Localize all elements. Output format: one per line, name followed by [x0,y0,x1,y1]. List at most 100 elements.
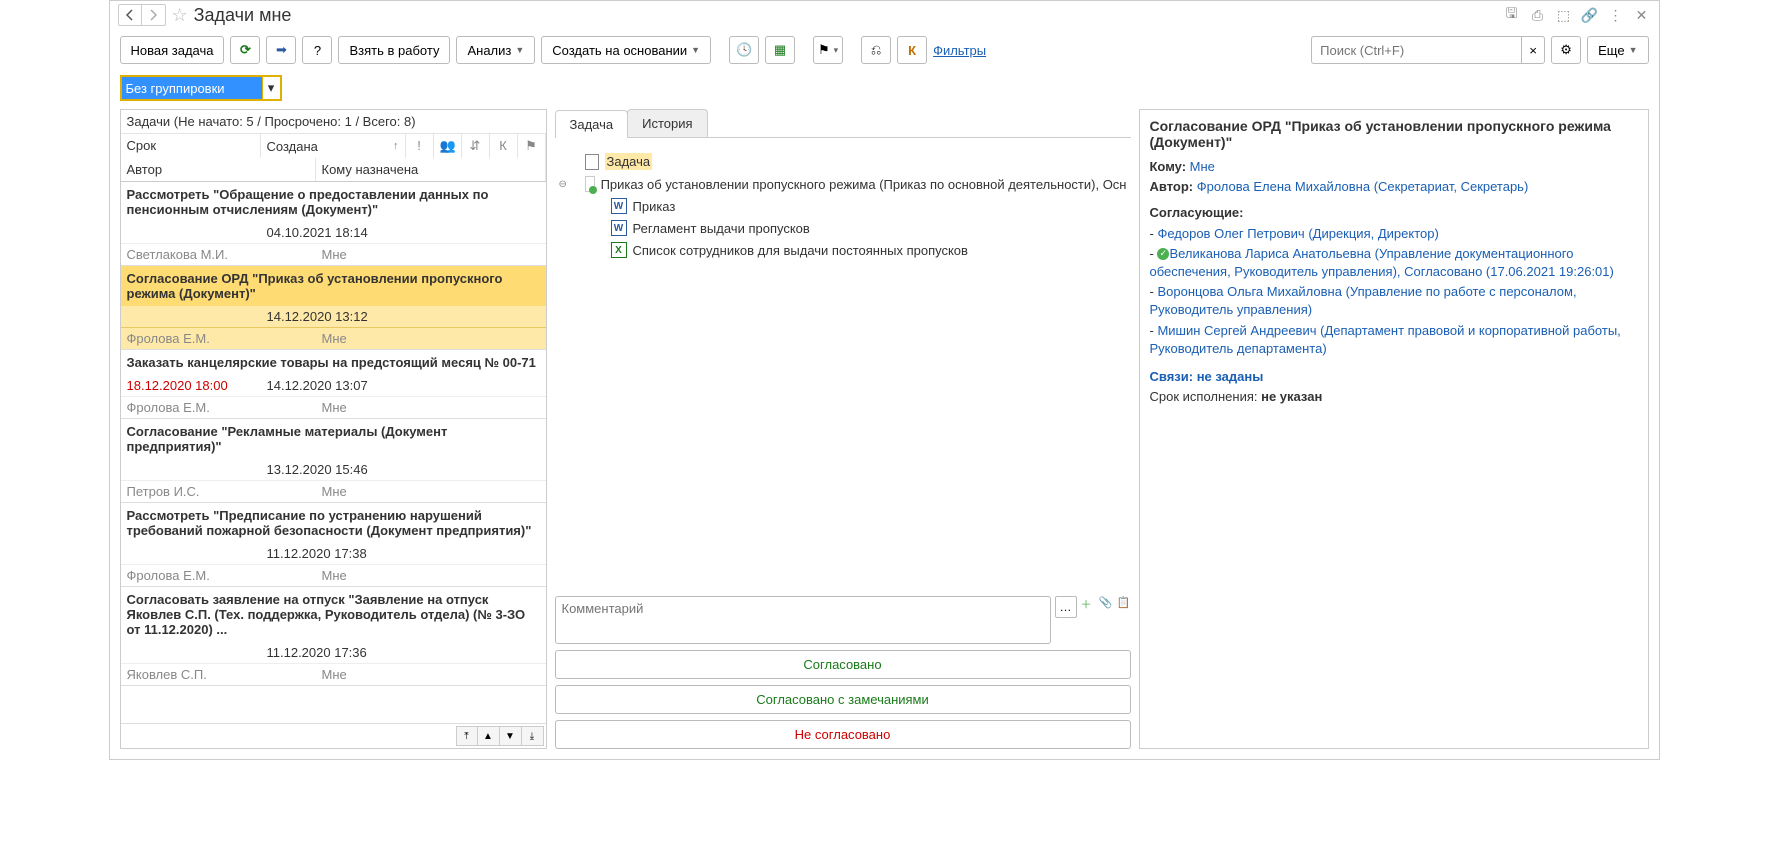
tree-att-3[interactable]: X Список сотрудников для выдачи постоянн… [559,239,1127,261]
task-title: Рассмотреть "Предписание по устранению н… [121,503,546,543]
go-top-button[interactable]: ⤒ [456,726,478,746]
add-icon[interactable]: ＋ [1081,596,1095,610]
col-k-icon[interactable]: К [490,134,518,158]
tab-history[interactable]: История [627,109,707,137]
calendar-button[interactable]: ▦ [765,36,795,64]
details-heading: Согласование ОРД "Приказ об установлении… [1150,118,1638,150]
tree-button[interactable]: ⎌ [861,36,891,64]
refresh-icon: ⟳ [240,42,251,58]
forward-task-button[interactable]: ➡ [266,36,296,64]
tree-att1-label: Приказ [633,199,676,214]
tree-document[interactable]: ⊖ Приказ об установлении пропускного реж… [559,173,1127,195]
task-item[interactable]: Заказать канцелярские товары на предстоя… [121,350,546,419]
task-created: 11.12.2020 17:36 [267,645,407,660]
more-button[interactable]: Еще▼ [1587,36,1648,64]
approver-1[interactable]: Федоров Олег Петрович (Дирекция, Директо… [1157,226,1438,241]
print-icon[interactable]: ⎙ [1529,6,1547,24]
task-due [127,462,267,477]
task-title: Рассмотреть "Обращение о предоставлении … [121,182,546,222]
col-flag-icon[interactable]: ⚑ [518,134,546,158]
col-hier-icon[interactable]: ⇵ [462,134,490,158]
col-created[interactable]: Создана↑ [261,134,406,158]
back-button[interactable] [118,4,142,26]
clock-button[interactable]: 🕓 [729,36,759,64]
collapse-icon[interactable]: ⊖ [559,179,565,190]
to-label: Кому: [1150,159,1187,174]
to-value[interactable]: Мне [1190,159,1215,174]
go-down-button[interactable]: ▼ [500,726,522,746]
word-icon: W [611,220,627,236]
search-input[interactable] [1311,36,1521,64]
search-clear-button[interactable]: × [1521,36,1545,64]
task-title: Заказать канцелярские товары на предстоя… [121,350,546,375]
task-created: 04.10.2021 18:14 [267,225,407,240]
task-item[interactable]: Рассмотреть "Предписание по устранению н… [121,503,546,587]
col-assignee[interactable]: Кому назначена [316,158,546,181]
task-created: 14.12.2020 13:07 [267,378,407,393]
task-assignee: Мне [322,400,347,415]
paste-icon[interactable]: 📋 [1117,596,1131,610]
tree-att-2[interactable]: W Регламент выдачи пропусков [559,217,1127,239]
col-priority-icon[interactable]: ! [406,134,434,158]
close-icon[interactable]: ✕ [1633,6,1651,24]
create-based-button[interactable]: Создать на основании▼ [541,36,711,64]
refresh-button[interactable]: ⟳ [230,36,260,64]
comment-input[interactable] [555,596,1051,644]
task-assignee: Мне [322,568,347,583]
tree-icon: ⎌ [871,42,881,58]
not-approved-button[interactable]: Не согласовано [555,720,1131,749]
preview-icon[interactable]: ⬚ [1555,6,1573,24]
flag-menu-button[interactable]: ⚑▾ [813,36,843,64]
save-icon[interactable]: 🖫 [1503,6,1521,24]
col-group-icon[interactable]: 👥 [434,134,462,158]
k-button[interactable]: К [897,36,927,64]
kebab-menu-icon[interactable]: ⋮ [1607,6,1625,24]
gear-icon: ⚙ [1560,42,1572,58]
tree-root-label: Задача [605,153,653,170]
col-deadline[interactable]: Срок [121,134,261,158]
tree-doc-label: Приказ об установлении пропускного режим… [601,177,1127,192]
task-icon [585,154,599,170]
task-due [127,645,267,660]
task-author: Петров И.С. [127,484,322,499]
filters-link[interactable]: Фильтры [933,43,986,58]
settings-button[interactable]: ⚙ [1551,36,1581,64]
task-due [127,309,267,324]
tree-root[interactable]: Задача [559,150,1127,173]
comment-more-button[interactable]: … [1055,596,1077,618]
approver-3[interactable]: Воронцова Ольга Михайловна (Управление п… [1150,284,1577,317]
deadline-value: не указан [1261,389,1322,404]
links-line[interactable]: Связи: не заданы [1150,369,1264,384]
clock-icon: 🕓 [736,42,752,58]
tree-att3-label: Список сотрудников для выдачи постоянных… [633,243,968,258]
go-bottom-button[interactable]: ⤓ [522,726,544,746]
link-icon[interactable]: 🔗 [1581,6,1599,24]
take-to-work-button[interactable]: Взять в работу [338,36,450,64]
forward-button[interactable] [142,4,166,26]
task-assignee: Мне [322,484,347,499]
check-icon [1157,248,1169,260]
task-created: 11.12.2020 17:38 [267,546,407,561]
details-pane: Согласование ОРД "Приказ об установлении… [1139,109,1649,749]
approved-remarks-button[interactable]: Согласовано с замечаниями [555,685,1131,714]
dropdown-icon[interactable]: ▾ [262,77,280,99]
approved-button[interactable]: Согласовано [555,650,1131,679]
analysis-button[interactable]: Анализ▼ [456,36,535,64]
attach-icon[interactable]: 📎 [1099,596,1113,610]
favorite-icon[interactable]: ☆ [172,5,188,26]
go-up-button[interactable]: ▲ [478,726,500,746]
new-task-button[interactable]: Новая задача [120,36,225,64]
task-item[interactable]: Согласование ОРД "Приказ об установлении… [121,266,546,350]
task-item[interactable]: Рассмотреть "Обращение о предоставлении … [121,182,546,266]
col-author[interactable]: Автор [121,158,316,181]
tab-task[interactable]: Задача [555,110,629,138]
task-item[interactable]: Согласование "Рекламные материалы (Докум… [121,419,546,503]
tree-att-1[interactable]: W Приказ [559,195,1127,217]
task-author: Фролова Е.М. [127,400,322,415]
approver-4[interactable]: Мишин Сергей Андреевич (Департамент прав… [1150,323,1621,356]
author-value[interactable]: Фролова Елена Михайловна (Секретариат, С… [1197,179,1529,194]
task-item[interactable]: Согласовать заявление на отпуск "Заявлен… [121,587,546,686]
help-button[interactable]: ? [302,36,332,64]
grouping-select[interactable]: Без группировки ▾ [120,75,282,101]
task-created: 14.12.2020 13:12 [267,309,407,324]
